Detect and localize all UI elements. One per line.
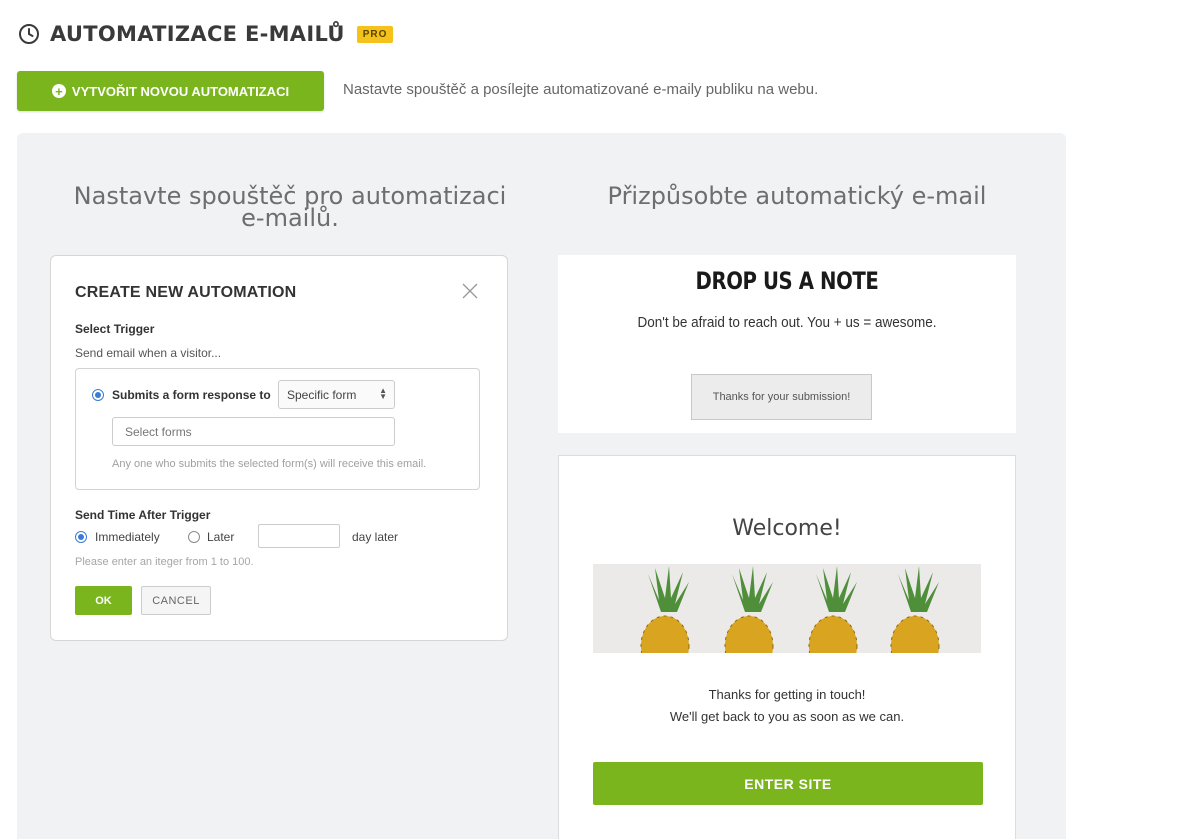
create-description: Nastavte spouštěč a posílejte automatizo…	[343, 81, 819, 98]
submission-message-button[interactable]: Thanks for your submission!	[691, 374, 872, 420]
select-arrows-icon: ▲ ▼	[379, 386, 387, 401]
ok-button[interactable]: OK	[75, 586, 132, 615]
contact-form-preview: DROP US A NOTE Don't be afraid to reach …	[558, 255, 1016, 433]
send-when-label: Send email when a visitor...	[75, 346, 222, 360]
days-input[interactable]	[258, 524, 340, 548]
immediately-radio[interactable]	[75, 531, 87, 543]
pro-badge: PRO	[356, 25, 394, 43]
forms-helper-text: Any one who submits the selected form(s)…	[112, 458, 427, 470]
note-title: DROP US A NOTE	[695, 267, 879, 295]
trigger-heading: Nastavte spouštěč pro automatizaci e-mai…	[73, 182, 507, 232]
page-header: AUTOMATIZACE E-MAILŮ PRO	[18, 22, 394, 46]
email-body: Thanks for getting in touch! We'll get b…	[559, 684, 1015, 728]
submits-form-radio[interactable]	[92, 389, 104, 401]
email-preview: Welcome! Thanks for getting in touch! We…	[558, 455, 1016, 839]
clock-icon	[19, 24, 39, 44]
submits-form-label: Submits a form response to	[112, 388, 271, 402]
select-forms-input[interactable]	[112, 417, 395, 446]
create-automation-label: VYTVOŘIT NOVOU AUTOMATIZACI	[71, 83, 290, 99]
days-hint: Please enter an iteger from 1 to 100.	[75, 556, 254, 568]
note-subtitle: Don't be afraid to reach out. You + us =…	[637, 314, 937, 331]
form-type-select[interactable]: Specific form ▲ ▼	[278, 380, 395, 409]
email-line-1: Thanks for getting in touch!	[708, 687, 866, 702]
customize-heading: Přizpůsobte automatický e-mail	[607, 182, 987, 210]
cancel-button[interactable]: CANCEL	[141, 586, 211, 615]
immediately-label: Immediately	[95, 530, 160, 544]
email-line-2: We'll get back to you as soon as we can.	[669, 709, 905, 724]
close-icon[interactable]	[461, 282, 479, 300]
automation-panel: Nastavte spouštěč pro automatizaci e-mai…	[17, 133, 1066, 839]
pineapples-image	[593, 564, 981, 653]
day-later-label: day later	[352, 530, 399, 544]
create-automation-button[interactable]: + VYTVOŘIT NOVOU AUTOMATIZACI	[17, 71, 324, 111]
trigger-option-box: Submits a form response to Specific form…	[75, 368, 480, 490]
page-title: AUTOMATIZACE E-MAILŮ	[50, 22, 345, 46]
plus-circle-icon: +	[51, 84, 66, 98]
create-automation-modal: CREATE NEW AUTOMATION Select Trigger Sen…	[50, 255, 508, 641]
email-heading: Welcome!	[732, 516, 842, 541]
select-trigger-label: Select Trigger	[75, 322, 155, 336]
enter-site-button[interactable]: ENTER SITE	[593, 762, 983, 805]
later-label: Later	[207, 530, 235, 544]
send-time-label: Send Time After Trigger	[75, 508, 211, 522]
modal-title: CREATE NEW AUTOMATION	[75, 284, 297, 301]
later-radio[interactable]	[188, 531, 200, 543]
form-type-select-value: Specific form	[287, 388, 357, 402]
